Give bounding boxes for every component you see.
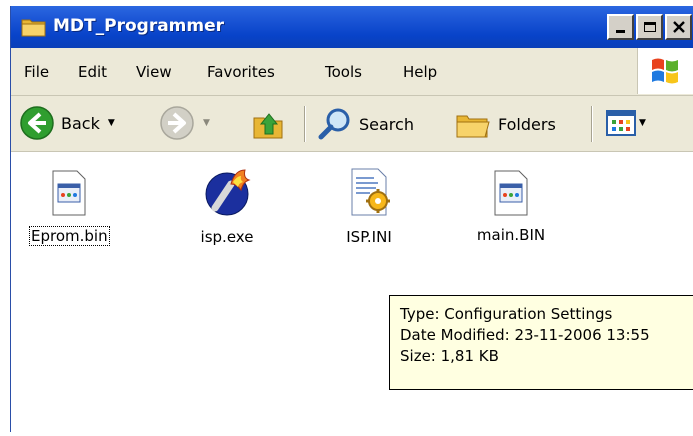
menu-file[interactable]: File (24, 63, 49, 81)
file-item[interactable]: Eprom.bin (29, 170, 110, 246)
explorer-window: MDT_Programmer File Edit View Favorites … (10, 6, 693, 432)
close-icon (672, 21, 685, 33)
maximize-button[interactable] (636, 14, 663, 40)
minimize-icon (616, 29, 625, 33)
back-label: Back (61, 113, 100, 133)
file-list-area[interactable]: Eprom.bin isp.exe ISP.INI main.BIN Type:… (11, 152, 693, 432)
views-dropdown-icon[interactable]: ▼ (639, 118, 646, 128)
folders-icon (456, 115, 490, 138)
toolbar: Back ▼ ▼ Search Folders ▼ (11, 96, 693, 152)
toolbar-separator (304, 106, 306, 142)
folder-icon (21, 19, 46, 37)
folders-label: Folders (498, 114, 556, 134)
search-button[interactable]: Search (317, 106, 414, 142)
menu-help[interactable]: Help (403, 63, 437, 81)
close-button[interactable] (665, 14, 692, 40)
maximize-icon (643, 22, 656, 32)
windows-logo (637, 48, 693, 94)
folders-button[interactable]: Folders (454, 106, 556, 142)
file-info-tooltip: Type: Configuration Settings Date Modifi… (389, 295, 693, 390)
title-bar[interactable]: MDT_Programmer (11, 6, 693, 48)
forward-dropdown-icon[interactable]: ▼ (203, 118, 210, 128)
isp-exe-icon (205, 169, 251, 216)
config-file-icon (351, 168, 390, 216)
up-folder-icon (253, 113, 283, 139)
menu-view[interactable]: View (136, 63, 172, 81)
tooltip-date-modified: Date Modified: 23-11-2006 13:55 (400, 326, 650, 344)
search-icon (318, 108, 350, 140)
views-button[interactable]: ▼ (606, 110, 646, 136)
file-item[interactable]: main.BIN (471, 170, 551, 244)
up-folder-button[interactable] (251, 106, 287, 142)
search-label: Search (359, 114, 414, 134)
forward-arrow-icon (160, 106, 194, 140)
window-controls (607, 14, 692, 40)
tooltip-size: Size: 1,81 KB (400, 347, 499, 365)
windows-flag-icon (652, 58, 678, 84)
back-button[interactable]: Back ▼ (19, 105, 115, 141)
menu-bar: File Edit View Favorites Tools Help (11, 48, 693, 96)
back-dropdown-icon[interactable]: ▼ (108, 118, 115, 128)
toolbar-separator (591, 106, 593, 142)
file-name: ISP.INI (346, 228, 392, 246)
tooltip-type: Type: Configuration Settings (400, 305, 613, 323)
menu-tools[interactable]: Tools (325, 63, 362, 81)
menu-edit[interactable]: Edit (78, 63, 107, 81)
file-name: isp.exe (200, 228, 254, 246)
bin-file-icon (494, 170, 528, 216)
file-name: main.BIN (476, 226, 546, 244)
bin-file-icon (52, 170, 86, 216)
views-icon (606, 110, 636, 136)
forward-button[interactable]: ▼ (159, 105, 210, 141)
file-item[interactable]: isp.exe (187, 166, 267, 246)
file-name: Eprom.bin (29, 226, 110, 246)
back-arrow-icon (20, 106, 54, 140)
window-title: MDT_Programmer (53, 16, 225, 36)
minimize-button[interactable] (607, 14, 634, 40)
file-item[interactable]: ISP.INI (329, 168, 409, 246)
menu-favorites[interactable]: Favorites (207, 63, 275, 81)
